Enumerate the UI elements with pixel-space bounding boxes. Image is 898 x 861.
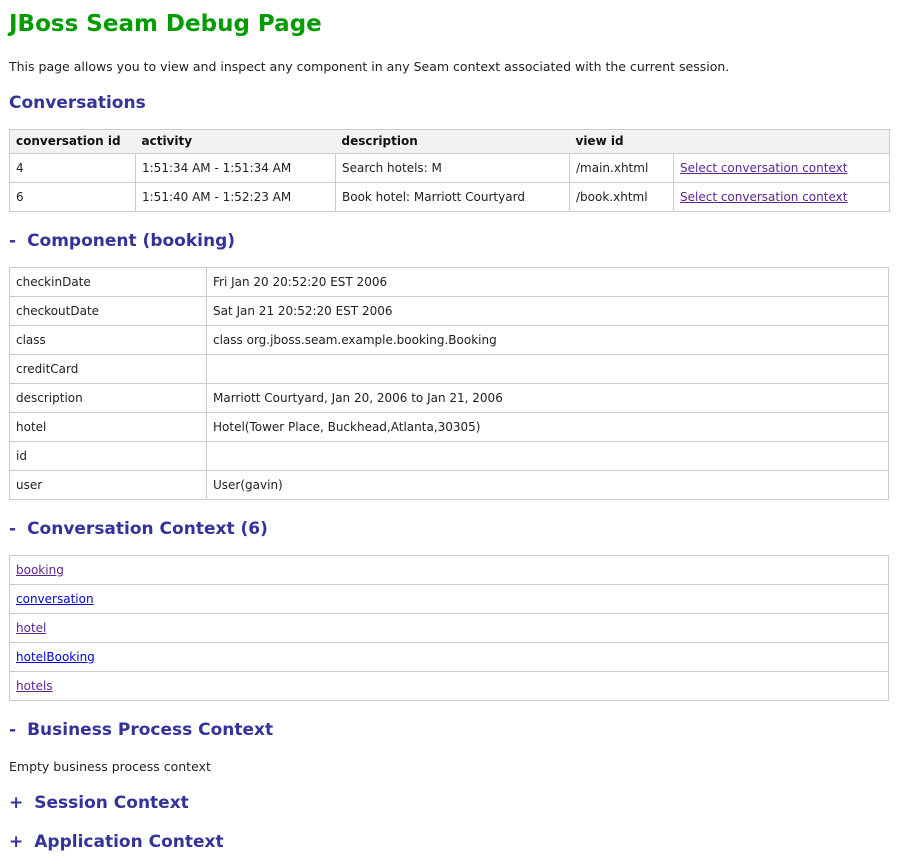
conversations-heading: Conversations xyxy=(9,94,889,113)
collapse-toggle-icon: - xyxy=(9,721,16,740)
table-row: checkoutDate Sat Jan 21 20:52:20 EST 200… xyxy=(10,297,889,326)
list-item: conversation xyxy=(10,585,889,614)
column-header-action xyxy=(674,130,890,154)
activity-cell: 1:51:34 AM - 1:51:34 AM xyxy=(136,154,336,183)
table-row: user User(gavin) xyxy=(10,471,889,500)
application-context-label: Application Context xyxy=(34,832,223,852)
list-item: hotels xyxy=(10,672,889,701)
property-name-cell: user xyxy=(10,471,207,500)
action-cell: Select conversation context xyxy=(674,154,890,183)
conversation-context-label: Conversation Context (6) xyxy=(27,519,268,539)
context-variable-link[interactable]: conversation xyxy=(16,592,94,606)
expand-toggle-icon: + xyxy=(9,833,23,852)
property-name-cell: checkinDate xyxy=(10,268,207,297)
table-row: class class org.jboss.seam.example.booki… xyxy=(10,326,889,355)
conversations-header-row: conversation id activity description vie… xyxy=(10,130,890,154)
context-variable-link[interactable]: hotels xyxy=(16,679,53,693)
property-name-cell: checkoutDate xyxy=(10,297,207,326)
table-row: hotel Hotel(Tower Place, Buckhead,Atlant… xyxy=(10,413,889,442)
property-value-cell: Fri Jan 20 20:52:20 EST 2006 xyxy=(207,268,889,297)
component-section-heading[interactable]: -Component (booking) xyxy=(9,232,889,251)
table-row: 6 1:51:40 AM - 1:52:23 AM Book hotel: Ma… xyxy=(10,183,890,212)
list-item: booking xyxy=(10,556,889,585)
property-value-cell: class org.jboss.seam.example.booking.Boo… xyxy=(207,326,889,355)
column-header-view-id: view id xyxy=(570,130,674,154)
property-value-cell: User(gavin) xyxy=(207,471,889,500)
property-name-cell: id xyxy=(10,442,207,471)
conversations-table: conversation id activity description vie… xyxy=(9,129,890,212)
property-name-cell: hotel xyxy=(10,413,207,442)
property-value-cell: Hotel(Tower Place, Buckhead,Atlanta,3030… xyxy=(207,413,889,442)
session-context-label: Session Context xyxy=(34,793,189,813)
activity-cell: 1:51:40 AM - 1:52:23 AM xyxy=(136,183,336,212)
bottom-spacer xyxy=(9,852,889,861)
table-row: id xyxy=(10,442,889,471)
property-name-cell: class xyxy=(10,326,207,355)
context-variable-cell: hotel xyxy=(10,614,889,643)
select-conversation-context-link[interactable]: Select conversation context xyxy=(680,190,847,204)
list-item: hotelBooking xyxy=(10,643,889,672)
property-value-cell: Sat Jan 21 20:52:20 EST 2006 xyxy=(207,297,889,326)
property-name-cell: description xyxy=(10,384,207,413)
context-variable-link[interactable]: hotel xyxy=(16,621,46,635)
table-row: description Marriott Courtyard, Jan 20, … xyxy=(10,384,889,413)
table-row: 4 1:51:34 AM - 1:51:34 AM Search hotels:… xyxy=(10,154,890,183)
context-variable-cell: hotels xyxy=(10,672,889,701)
collapse-toggle-icon: - xyxy=(9,520,16,539)
property-name-cell: creditCard xyxy=(10,355,207,384)
description-cell: Book hotel: Marriott Courtyard xyxy=(336,183,570,212)
conversation-context-heading[interactable]: -Conversation Context (6) xyxy=(9,520,889,539)
conversation-context-table: booking conversation hotel hotelBooking … xyxy=(9,555,889,701)
page-title: JBoss Seam Debug Page xyxy=(9,11,889,38)
collapse-toggle-icon: - xyxy=(9,232,16,251)
component-table: checkinDate Fri Jan 20 20:52:20 EST 2006… xyxy=(9,267,889,500)
table-row: creditCard xyxy=(10,355,889,384)
column-header-conversation-id: conversation id xyxy=(10,130,136,154)
business-process-context-label: Business Process Context xyxy=(27,720,273,740)
component-section-label: Component (booking) xyxy=(27,231,235,251)
property-value-cell xyxy=(207,442,889,471)
application-context-heading[interactable]: + Application Context xyxy=(9,833,889,852)
view-id-cell: /book.xhtml xyxy=(570,183,674,212)
context-variable-link[interactable]: hotelBooking xyxy=(16,650,95,664)
column-header-description: description xyxy=(336,130,570,154)
expand-toggle-icon: + xyxy=(9,794,23,813)
empty-business-process-message: Empty business process context xyxy=(9,759,889,774)
table-row: checkinDate Fri Jan 20 20:52:20 EST 2006 xyxy=(10,268,889,297)
property-value-cell xyxy=(207,355,889,384)
business-process-context-heading[interactable]: -Business Process Context xyxy=(9,721,889,740)
column-header-activity: activity xyxy=(136,130,336,154)
description-cell: Search hotels: M xyxy=(336,154,570,183)
property-value-cell: Marriott Courtyard, Jan 20, 2006 to Jan … xyxy=(207,384,889,413)
session-context-heading[interactable]: + Session Context xyxy=(9,794,889,813)
select-conversation-context-link[interactable]: Select conversation context xyxy=(680,161,847,175)
conversation-id-cell: 6 xyxy=(10,183,136,212)
conversation-id-cell: 4 xyxy=(10,154,136,183)
list-item: hotel xyxy=(10,614,889,643)
intro-text: This page allows you to view and inspect… xyxy=(9,59,889,74)
context-variable-cell: conversation xyxy=(10,585,889,614)
context-variable-cell: hotelBooking xyxy=(10,643,889,672)
context-variable-link[interactable]: booking xyxy=(16,563,64,577)
context-variable-cell: booking xyxy=(10,556,889,585)
action-cell: Select conversation context xyxy=(674,183,890,212)
view-id-cell: /main.xhtml xyxy=(570,154,674,183)
